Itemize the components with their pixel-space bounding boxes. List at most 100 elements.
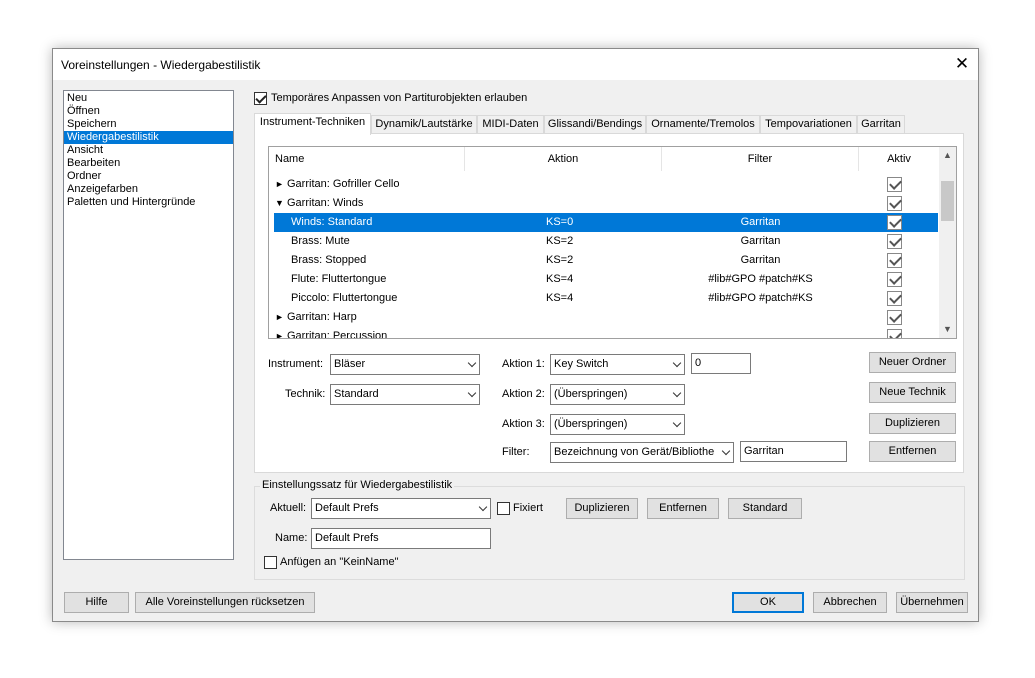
technik-combo[interactable]: Standard [330, 384, 480, 405]
table-row[interactable]: ► Garritan: Gofriller Cello [274, 175, 938, 194]
filter-combo-value: Bezeichnung von Gerät/Bibliothek [554, 446, 715, 458]
aktuell-combo-value: Default Prefs [315, 502, 379, 514]
table-row[interactable]: Flute: Fluttertongue KS=4 #lib#GPO #patch#… [274, 270, 938, 289]
row-filter: Garritan [740, 216, 781, 228]
category-oeffnen[interactable]: Öffnen [64, 105, 233, 118]
allow-temp-checkbox[interactable] [254, 92, 267, 105]
row-active-checkbox[interactable] [887, 310, 902, 325]
row-active-checkbox[interactable] [887, 272, 902, 287]
category-anzeigefarben[interactable]: Anzeigefarben [64, 183, 233, 196]
scroll-up-icon[interactable]: ▲ [939, 147, 956, 164]
apply-button[interactable]: Übernehmen [896, 592, 968, 613]
table-row[interactable]: ► Garritan: Harp [274, 308, 938, 327]
table-row[interactable]: Brass: Mute KS=2 Garritan [274, 232, 938, 251]
chevron-down-icon [467, 388, 477, 398]
tab-midi-daten[interactable]: MIDI-Daten [477, 115, 544, 134]
close-icon[interactable]: ✕ [949, 52, 975, 76]
new-folder-button[interactable]: Neuer Ordner [869, 352, 956, 373]
fixiert-label: Fixiert [513, 502, 543, 514]
category-ansicht[interactable]: Ansicht [64, 144, 233, 157]
preferences-dialog: Voreinstellungen - Wiedergabestilistik ✕… [52, 48, 979, 622]
new-technique-button[interactable]: Neue Technik [869, 382, 956, 403]
filter-text-input[interactable]: Garritan [740, 441, 847, 462]
row-name: Flute: Fluttertongue [291, 273, 387, 285]
duplicate-technique-button[interactable]: Duplizieren [869, 413, 956, 434]
scroll-down-icon[interactable]: ▼ [939, 321, 956, 338]
prefset-duplicate-button[interactable]: Duplizieren [566, 498, 638, 519]
row-name: Garritan: Percussion [287, 330, 388, 339]
category-paletten[interactable]: Paletten und Hintergründe [64, 196, 233, 209]
row-active-checkbox[interactable] [887, 215, 902, 230]
ok-button[interactable]: OK [732, 592, 804, 613]
table-row[interactable]: Winds: Standard KS=0 Garritan [274, 213, 938, 232]
scroll-thumb[interactable] [941, 181, 954, 221]
tree-expand-icon[interactable]: ► [275, 308, 284, 327]
title-bar: Voreinstellungen - Wiedergabestilistik ✕ [53, 49, 978, 80]
row-active-checkbox[interactable] [887, 234, 902, 249]
instrument-combo[interactable]: Bläser [330, 354, 480, 375]
window-title: Voreinstellungen - Wiedergabestilistik [61, 58, 261, 72]
column-header-name[interactable]: Name [269, 147, 465, 171]
aktion3-label: Aktion 3: [502, 418, 545, 430]
aktion2-combo[interactable]: (Überspringen) [550, 384, 685, 405]
category-speichern[interactable]: Speichern [64, 118, 233, 131]
row-active-checkbox[interactable] [887, 291, 902, 306]
chevron-down-icon [672, 388, 682, 398]
techniques-table[interactable]: Name Aktion Filter Aktiv ► Garritan: Gofr… [268, 146, 957, 339]
row-name: Brass: Stopped [291, 254, 367, 266]
table-row[interactable]: ► Garritan: Percussion [274, 327, 938, 339]
row-active-checkbox[interactable] [887, 329, 902, 338]
row-name: Piccolo: Fluttertongue [291, 292, 398, 304]
tab-instrument-techniken[interactable]: Instrument-Techniken [254, 113, 371, 135]
aktuell-combo[interactable]: Default Prefs [311, 498, 491, 519]
aktion3-combo[interactable]: (Überspringen) [550, 414, 685, 435]
tab-glissandi[interactable]: Glissandi/Bendings [544, 115, 646, 134]
row-action: KS=0 [546, 216, 574, 228]
column-header-aktion[interactable]: Aktion [465, 147, 662, 171]
aktion1-combo[interactable]: Key Switch [550, 354, 685, 375]
aktion1-value-input[interactable]: 0 [691, 353, 751, 374]
column-header-filter[interactable]: Filter [662, 147, 859, 171]
tree-expand-icon[interactable]: ► [275, 327, 284, 338]
table-row[interactable]: Piccolo: Fluttertongue KS=4 #lib#GPO #patc… [274, 289, 938, 308]
row-active-checkbox[interactable] [887, 196, 902, 211]
row-active-checkbox[interactable] [887, 177, 902, 192]
category-list[interactable]: Neu Öffnen Speichern Wiedergabestilistik… [63, 90, 234, 560]
table-scrollbar[interactable]: ▲ ▼ [939, 147, 956, 338]
name-input[interactable]: Default Prefs [311, 528, 491, 549]
tree-collapse-icon[interactable]: ▼ [275, 194, 284, 213]
aktion2-combo-value: (Überspringen) [554, 388, 628, 400]
aktuell-label: Aktuell: [270, 502, 307, 514]
column-header-aktiv[interactable]: Aktiv [859, 147, 939, 171]
tab-tempovariationen[interactable]: Tempovariationen [760, 115, 857, 134]
chevron-down-icon [672, 418, 682, 428]
aktion2-label: Aktion 2: [502, 388, 545, 400]
category-wiedergabestilistik[interactable]: Wiedergabestilistik [64, 131, 233, 144]
tab-dynamik[interactable]: Dynamik/Lautstärke [371, 115, 477, 134]
fixiert-checkbox[interactable] [497, 502, 510, 515]
row-name: Garritan: Gofriller Cello [287, 178, 400, 190]
chevron-down-icon [672, 358, 682, 368]
prefset-remove-button[interactable]: Entfernen [647, 498, 719, 519]
chevron-down-icon [721, 446, 731, 456]
prefset-standard-button[interactable]: Standard [728, 498, 802, 519]
technik-combo-value: Standard [334, 388, 379, 400]
row-active-checkbox[interactable] [887, 253, 902, 268]
help-button[interactable]: Hilfe [64, 592, 129, 613]
tab-garritan[interactable]: Garritan [857, 115, 905, 134]
category-bearbeiten[interactable]: Bearbeiten [64, 157, 233, 170]
table-row[interactable]: Brass: Stopped KS=2 Garritan [274, 251, 938, 270]
append-label: Anfügen an "KeinName" [280, 556, 399, 568]
category-ordner[interactable]: Ordner [64, 170, 233, 183]
category-neu[interactable]: Neu [64, 92, 233, 105]
row-name: Garritan: Harp [287, 311, 357, 323]
filter-combo[interactable]: Bezeichnung von Gerät/Bibliothek [550, 442, 734, 463]
append-checkbox[interactable] [264, 556, 277, 569]
table-row[interactable]: ▼ Garritan: Winds [274, 194, 938, 213]
row-action: KS=2 [546, 235, 574, 247]
remove-technique-button[interactable]: Entfernen [869, 441, 956, 462]
tab-ornamente[interactable]: Ornamente/Tremolos [646, 115, 760, 134]
cancel-button[interactable]: Abbrechen [813, 592, 887, 613]
reset-all-button[interactable]: Alle Voreinstellungen rücksetzen [135, 592, 315, 613]
tree-expand-icon[interactable]: ► [275, 175, 284, 194]
